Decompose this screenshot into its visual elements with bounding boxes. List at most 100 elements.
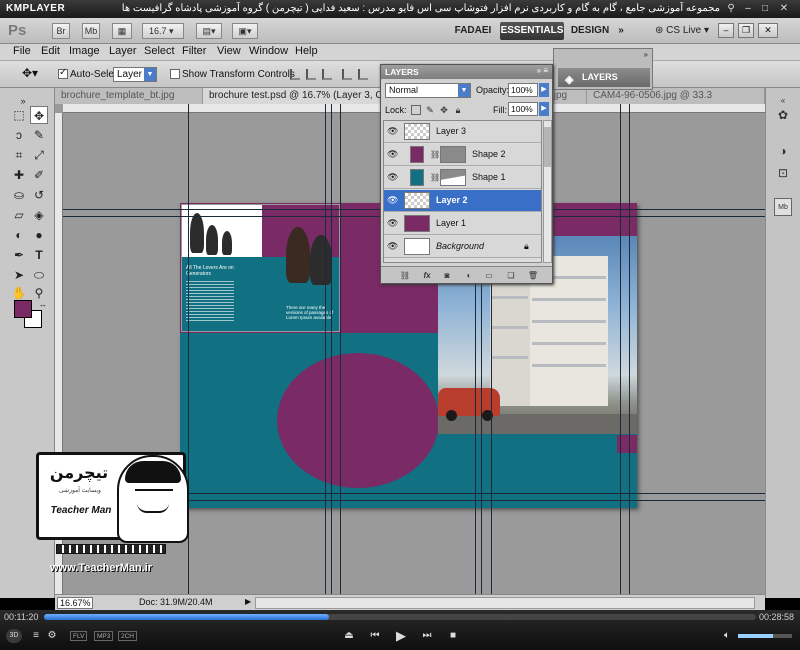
settings-gear-icon[interactable]: ⚙: [46, 629, 58, 643]
menu-select[interactable]: Select: [144, 45, 175, 57]
layer-row-shape-1[interactable]: 👁︎ ⛓︎ Shape 1: [384, 167, 541, 189]
layer-row-shape-2[interactable]: 👁︎ ⛓︎ Shape 2: [384, 144, 541, 166]
seek-bar[interactable]: [44, 614, 756, 620]
scrollbar-thumb[interactable]: [544, 127, 551, 167]
visibility-eye-icon[interactable]: 👁︎: [387, 149, 398, 160]
volume-icon[interactable]: 🔈︎: [720, 629, 734, 643]
masks-panel-icon[interactable]: ⊡: [774, 164, 792, 182]
panel-expand-icon[interactable]: »: [644, 50, 648, 59]
lock-image-icon[interactable]: ✎: [425, 105, 435, 115]
history-brush-tool-icon[interactable]: ↺: [30, 186, 48, 204]
close-icon[interactable]: ✕: [778, 3, 790, 15]
align-bottom-icon[interactable]: [322, 69, 332, 80]
fill-input[interactable]: 100%: [508, 102, 538, 116]
mini-bridge-button[interactable]: Mb: [82, 23, 100, 39]
swap-colors-icon[interactable]: ↔: [34, 296, 52, 314]
ellipse-tool-icon[interactable]: ⬭: [30, 266, 48, 284]
layer-row-layer-1[interactable]: 👁︎ Layer 1: [384, 213, 541, 235]
visibility-eye-icon[interactable]: 👁︎: [387, 172, 398, 183]
doc-tab-brochure-template[interactable]: brochure_template_bt.jpg: [55, 88, 203, 104]
menu-help[interactable]: Help: [295, 45, 318, 57]
dodge-tool-icon[interactable]: ●: [30, 226, 48, 244]
layer-list-scrollbar[interactable]: [543, 120, 552, 263]
move-tool-preset-icon[interactable]: ✥▾: [22, 66, 38, 80]
layers-panel-button[interactable]: ◈ LAYERS: [558, 68, 650, 87]
type-tool-icon[interactable]: T: [30, 246, 48, 264]
arrange-documents-button[interactable]: ▤▾: [196, 23, 222, 39]
show-transform-checkbox[interactable]: [170, 69, 180, 79]
play-icon[interactable]: ▶: [394, 629, 408, 643]
align-hcenter-icon[interactable]: [358, 69, 368, 80]
folder-icon[interactable]: ▭: [483, 270, 495, 281]
horizontal-scrollbar[interactable]: [255, 597, 755, 609]
panel-menu-icon[interactable]: » ≡: [537, 66, 548, 75]
fx-icon[interactable]: fx: [421, 270, 433, 281]
cs-live-button[interactable]: ⊛ CS Live ▾: [652, 22, 712, 40]
pen-tool-icon[interactable]: ✒: [10, 246, 28, 264]
extras-button[interactable]: ▦: [112, 23, 132, 39]
ps-close-icon[interactable]: ✕: [758, 23, 778, 38]
layers-panel-header[interactable]: LAYERS » ≡: [381, 65, 552, 79]
menu-layer[interactable]: Layer: [109, 45, 137, 57]
status-menu-arrow-icon[interactable]: ▶: [245, 597, 251, 606]
pin-icon[interactable]: ⚲: [725, 3, 737, 15]
blend-mode-select[interactable]: Normal ▼: [385, 83, 471, 98]
adjustments-panel-icon[interactable]: ◑: [774, 142, 792, 160]
layer-row-layer-2[interactable]: 👁︎ Layer 2: [384, 190, 541, 212]
workspace-fadaei[interactable]: FADAEI: [448, 22, 498, 40]
workspace-design[interactable]: DESIGN: [568, 22, 612, 40]
stop-icon[interactable]: ■: [446, 629, 460, 643]
lasso-tool-icon[interactable]: ↄ: [10, 126, 28, 144]
doc-tab-cam4[interactable]: CAM4-96-0506.jpg @ 33.3: [587, 88, 765, 104]
lock-position-icon[interactable]: ✥: [439, 105, 449, 115]
clone-stamp-tool-icon[interactable]: ⛀: [10, 186, 28, 204]
align-left-icon[interactable]: [342, 69, 352, 80]
menu-window[interactable]: Window: [249, 45, 288, 57]
minimize-icon[interactable]: –: [742, 3, 754, 15]
menu-filter[interactable]: Filter: [182, 45, 206, 57]
fill-slider-arrow-icon[interactable]: ▶: [539, 102, 549, 116]
foreground-color-swatch[interactable]: [14, 300, 32, 318]
visibility-eye-icon[interactable]: 👁︎: [387, 126, 398, 137]
menu-icon[interactable]: ≡: [30, 629, 42, 643]
zoom-level-select[interactable]: 16.7 ▾: [142, 23, 184, 39]
adjustment-icon[interactable]: ◐: [463, 270, 475, 281]
visibility-eye-icon[interactable]: 👁︎: [387, 218, 398, 229]
layer-row-background[interactable]: 👁︎ Background 🔒︎: [384, 236, 541, 258]
paint-bucket-tool-icon[interactable]: ◈: [30, 206, 48, 224]
3d-mode-button[interactable]: 3D: [6, 629, 22, 643]
vertical-guide[interactable]: [340, 104, 341, 594]
link-icon[interactable]: ⛓︎: [399, 270, 411, 281]
opacity-slider-arrow-icon[interactable]: ▶: [539, 83, 549, 97]
blur-tool-icon[interactable]: ◐: [10, 226, 28, 244]
layer-row-layer-3[interactable]: 👁︎ Layer 3: [384, 121, 541, 143]
trash-icon[interactable]: 🗑︎: [527, 270, 539, 281]
mini-bridge-panel-icon[interactable]: Mb: [774, 198, 792, 216]
menu-edit[interactable]: Edit: [41, 45, 60, 57]
ps-minimize-icon[interactable]: –: [718, 23, 734, 38]
path-select-tool-icon[interactable]: ➤: [10, 266, 28, 284]
workspace-essentials[interactable]: ESSENTIALS: [500, 22, 564, 40]
auto-select-checkbox[interactable]: [58, 67, 68, 79]
maximize-icon[interactable]: □: [759, 3, 771, 15]
align-vcenter-icon[interactable]: [306, 69, 316, 80]
color-panel-icon[interactable]: ✿: [774, 106, 792, 124]
marquee-tool-icon[interactable]: ⬚: [10, 106, 28, 124]
lock-all-icon[interactable]: 🔒︎: [453, 105, 463, 115]
ps-restore-icon[interactable]: ❐: [738, 23, 754, 38]
auto-select-target-select[interactable]: Layer ▼: [113, 67, 157, 82]
visibility-eye-icon[interactable]: 👁︎: [387, 195, 398, 206]
mask-icon[interactable]: ◙: [441, 270, 453, 281]
vertical-guide[interactable]: [629, 104, 630, 594]
menu-view[interactable]: View: [217, 45, 241, 57]
previous-icon[interactable]: ⏮: [368, 629, 382, 643]
visibility-eye-icon[interactable]: 👁︎: [387, 241, 398, 252]
eraser-tool-icon[interactable]: ▱: [10, 206, 28, 224]
opacity-input[interactable]: 100%: [508, 83, 538, 97]
vertical-guide[interactable]: [325, 104, 326, 594]
quick-select-tool-icon[interactable]: ✎: [30, 126, 48, 144]
move-tool-icon[interactable]: ✥: [30, 106, 48, 124]
eject-icon[interactable]: ⏏: [342, 629, 356, 643]
vertical-guide[interactable]: [331, 104, 332, 594]
vertical-guide[interactable]: [620, 104, 621, 594]
